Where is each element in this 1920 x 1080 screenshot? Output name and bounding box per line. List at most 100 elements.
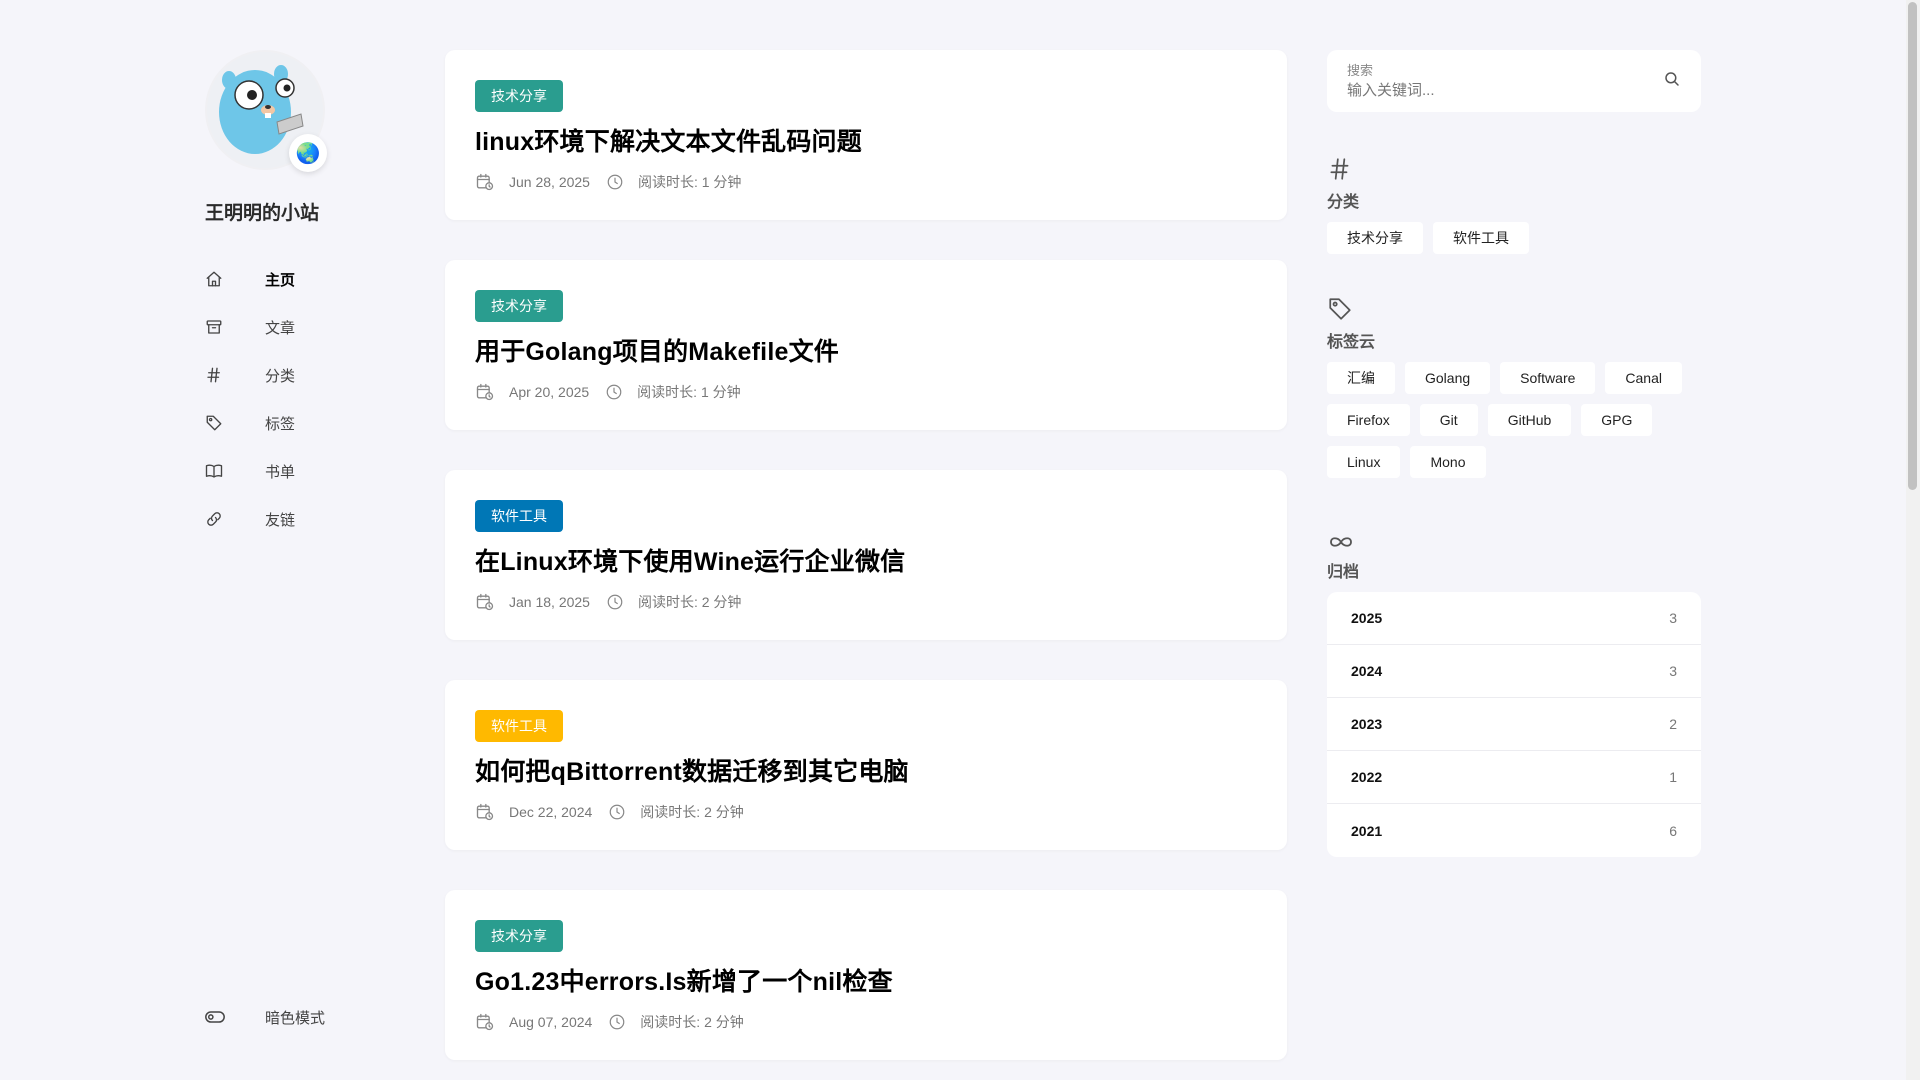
category-chip[interactable]: 技术分享: [1327, 222, 1423, 254]
archive-row[interactable]: 2021 6: [1327, 804, 1701, 857]
archive-count: 3: [1669, 610, 1677, 626]
nav-item-links[interactable]: 友链: [205, 495, 405, 543]
nav-item-home[interactable]: 主页: [205, 255, 405, 303]
archive-count: 1: [1669, 769, 1677, 785]
site-title[interactable]: 王明明的小站: [205, 198, 405, 225]
avatar[interactable]: 🌏: [205, 50, 327, 172]
calendar-icon: [475, 382, 495, 402]
globe-icon: 🌏: [289, 134, 327, 172]
tag-chip[interactable]: Firefox: [1327, 404, 1410, 436]
tag-cloud-title: 标签云: [1327, 334, 1376, 351]
article-date: Jan 18, 2025: [509, 594, 590, 610]
clock-icon: [605, 383, 623, 401]
category-badge[interactable]: 技术分享: [475, 290, 563, 322]
categories-title: 分类: [1327, 194, 1360, 211]
tag-chip[interactable]: GitHub: [1487, 404, 1572, 436]
archive-box-icon: [205, 318, 265, 336]
tag-chip[interactable]: Mono: [1410, 446, 1486, 478]
nav-item-label: 友链: [265, 511, 296, 529]
article-title[interactable]: 用于Golang项目的Makefile文件: [475, 332, 1257, 368]
calendar-icon: [475, 1012, 495, 1032]
nav-item-tags[interactable]: 标签: [205, 399, 405, 447]
category-chip[interactable]: 软件工具: [1433, 222, 1529, 254]
tag-chip[interactable]: Git: [1419, 404, 1478, 436]
calendar-icon: [475, 592, 495, 612]
article-date: Aug 07, 2024: [509, 1014, 593, 1030]
archive-count: 6: [1669, 822, 1677, 839]
article-meta: Dec 22, 2024 阅读时长: 2 分钟: [475, 802, 1257, 822]
calendar-icon: [475, 802, 495, 822]
article-card: 技术分享 用于Golang项目的Makefile文件 Apr 20, 2025 …: [445, 260, 1287, 430]
calendar-icon: [475, 172, 495, 192]
tag-cloud-widget: 标签云 汇编 Golang Software Canal Firefox Git…: [1327, 294, 1701, 488]
archive-count: 2: [1669, 716, 1677, 732]
category-badge[interactable]: 软件工具: [475, 710, 563, 742]
tag-chip[interactable]: GPG: [1581, 404, 1653, 436]
dark-mode-label: 暗色模式: [265, 1009, 326, 1027]
category-badge[interactable]: 软件工具: [475, 500, 563, 532]
archive-row[interactable]: 2024 3: [1327, 645, 1701, 698]
scrollbar-thumb[interactable]: [1908, 2, 1917, 490]
archive-year: 2024: [1351, 663, 1383, 679]
infinity-icon: [1327, 524, 1701, 552]
article-date: Dec 22, 2024: [509, 804, 593, 820]
book-icon: [205, 462, 265, 480]
tag-chip[interactable]: 汇编: [1327, 362, 1395, 394]
tag-chip[interactable]: Linux: [1327, 446, 1401, 478]
hash-icon: [1327, 154, 1701, 182]
search-input[interactable]: [1347, 82, 1647, 99]
archive-year: 2022: [1351, 769, 1383, 785]
hash-icon: [205, 366, 265, 384]
article-meta: Apr 20, 2025 阅读时长: 1 分钟: [475, 382, 1257, 402]
dark-mode-toggle[interactable]: 暗色模式: [205, 997, 325, 1037]
archives-title: 归档: [1327, 564, 1360, 581]
article-title[interactable]: linux环境下解决文本文件乱码问题: [475, 122, 1257, 158]
search-icon[interactable]: [1663, 70, 1681, 93]
search-box: 搜索: [1327, 50, 1701, 112]
archive-year: 2025: [1351, 610, 1383, 626]
clock-icon: [606, 593, 624, 611]
article-title[interactable]: Go1.23中errors.Is新增了一个nil检查: [475, 962, 1257, 998]
tag-chip[interactable]: Software: [1500, 362, 1596, 394]
article-card: 技术分享 Go1.23中errors.Is新增了一个nil检查 Aug 07, …: [445, 890, 1287, 1060]
tag-chip[interactable]: Canal: [1605, 362, 1682, 394]
archive-year: 2021: [1351, 822, 1383, 839]
article-date: Jun 28, 2025: [509, 174, 590, 190]
nav-item-label: 分类: [265, 367, 296, 385]
article-title[interactable]: 如何把qBittorrent数据迁移到其它电脑: [475, 752, 1257, 788]
category-badge[interactable]: 技术分享: [475, 920, 563, 952]
archive-row[interactable]: 2025 3: [1327, 592, 1701, 645]
archive-row[interactable]: 2022 1: [1327, 751, 1701, 804]
categories-widget: 分类 技术分享 软件工具: [1327, 154, 1701, 264]
nav-item-label: 文章: [265, 319, 296, 337]
right-sidebar: 搜索 分类 技术分享 软件工具 标签云 汇编 Golang Software C…: [1327, 50, 1701, 857]
tag-icon: [205, 414, 265, 432]
archives-widget: 归档 2025 3 2024 3 2023 2 2022 1 2021 6: [1327, 524, 1701, 857]
article-list: 技术分享 linux环境下解决文本文件乱码问题 Jun 28, 2025 阅读时…: [445, 50, 1287, 1080]
archive-list: 2025 3 2024 3 2023 2 2022 1 2021 6: [1327, 592, 1701, 857]
nav-item-books[interactable]: 书单: [205, 447, 405, 495]
nav-item-label: 主页: [265, 271, 296, 289]
category-badge[interactable]: 技术分享: [475, 80, 563, 112]
nav-item-categories[interactable]: 分类: [205, 351, 405, 399]
article-read-time: 阅读时长: 2 分钟: [640, 1014, 744, 1030]
article-read-time: 阅读时长: 2 分钟: [637, 594, 742, 610]
clock-icon: [608, 1013, 626, 1031]
article-title[interactable]: 在Linux环境下使用Wine运行企业微信: [475, 542, 1257, 578]
tag-list: 汇编 Golang Software Canal Firefox Git Git…: [1327, 362, 1701, 488]
clock-icon: [606, 173, 624, 191]
category-list: 技术分享 软件工具: [1327, 222, 1701, 264]
article-meta: Jun 28, 2025 阅读时长: 1 分钟: [475, 172, 1257, 192]
tag-chip[interactable]: Golang: [1405, 362, 1491, 394]
article-read-time: 阅读时长: 2 分钟: [640, 804, 744, 820]
archive-row[interactable]: 2023 2: [1327, 698, 1701, 751]
archive-count: 3: [1669, 663, 1677, 679]
article-card: 软件工具 如何把qBittorrent数据迁移到其它电脑 Dec 22, 202…: [445, 680, 1287, 850]
nav-item-posts[interactable]: 文章: [205, 303, 405, 351]
article-card: 软件工具 在Linux环境下使用Wine运行企业微信 Jan 18, 2025 …: [445, 470, 1287, 640]
article-read-time: 阅读时长: 1 分钟: [637, 384, 741, 400]
article-meta: Jan 18, 2025 阅读时长: 2 分钟: [475, 592, 1257, 612]
nav-item-label: 书单: [265, 463, 296, 481]
page-scrollbar[interactable]: [1906, 0, 1920, 1080]
search-label: 搜索: [1347, 63, 1374, 78]
